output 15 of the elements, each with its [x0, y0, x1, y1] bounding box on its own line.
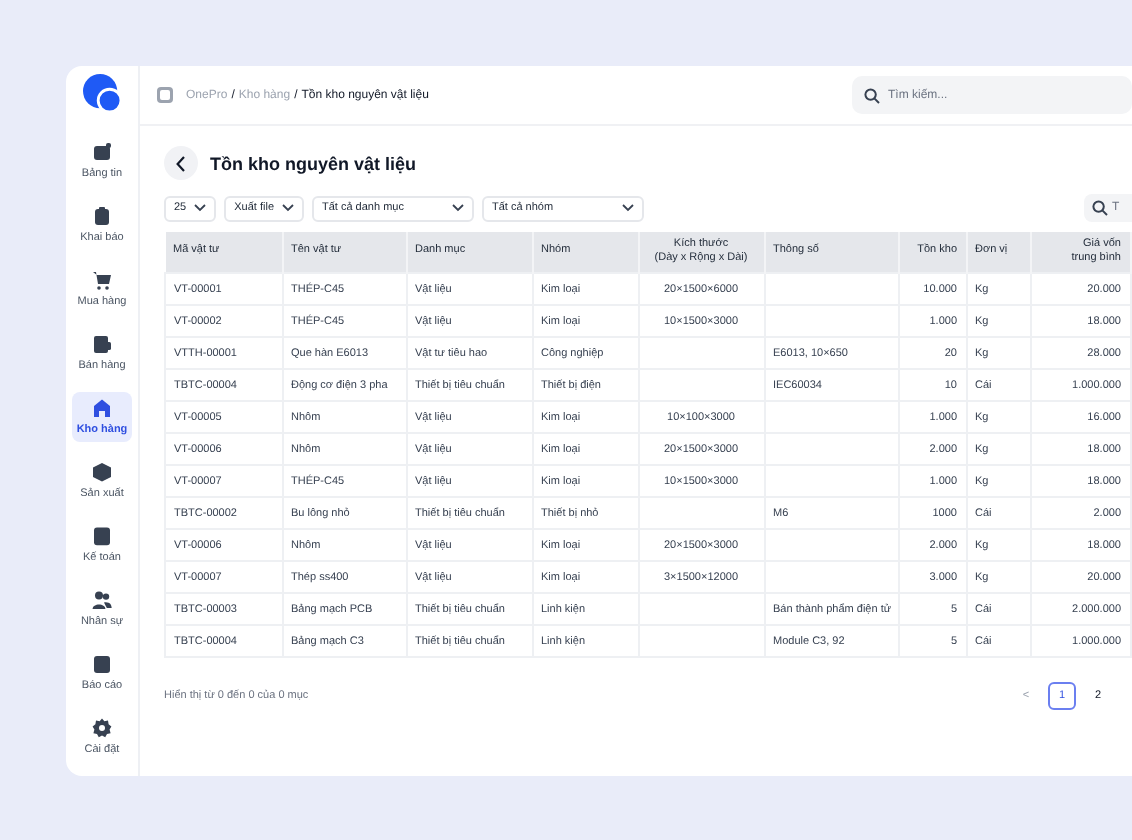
cart-icon: [92, 270, 112, 290]
gear-icon: [92, 718, 112, 738]
search-icon: [1092, 200, 1108, 216]
chevron-down-icon: [194, 204, 207, 212]
back-button[interactable]: [164, 146, 198, 180]
chevron-down-icon: [622, 204, 634, 212]
chevron-down-icon: [282, 204, 294, 212]
chevron-left-icon: [176, 155, 186, 171]
users-icon: [92, 590, 112, 610]
box-icon: [92, 462, 112, 482]
search-icon: [864, 87, 880, 103]
chevron-down-icon: [452, 204, 464, 212]
logo-icon: [82, 74, 122, 112]
page-title: Tồn kho nguyên vật liệu: [210, 153, 417, 173]
warehouse-icon: [92, 398, 112, 418]
